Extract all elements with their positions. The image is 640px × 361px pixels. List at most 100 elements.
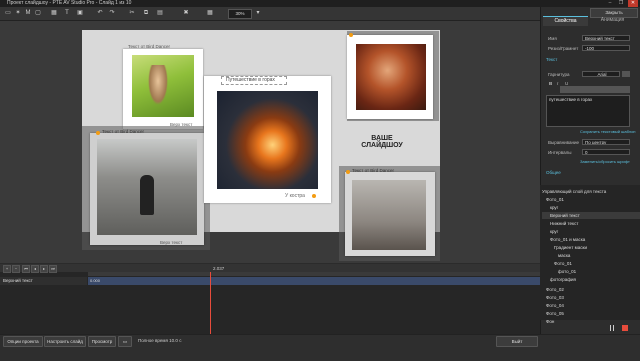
last-keyframe-icon[interactable]: ⏭ [49, 265, 57, 273]
grid-icon[interactable]: ▦ [206, 9, 214, 17]
general-section-header: Общее [546, 170, 561, 175]
text-icon[interactable]: T [63, 9, 71, 17]
zoom-select[interactable]: 30% [228, 9, 252, 19]
layer-item[interactable]: фото_01 [542, 268, 640, 275]
center-caption-bottom: У костра [285, 193, 305, 199]
layer-label: круг [550, 229, 559, 234]
layer-item[interactable]: Управляющий слой для текста [542, 188, 638, 195]
font-select[interactable]: Arial [582, 71, 620, 77]
copy-icon[interactable]: ⧉ [142, 9, 150, 17]
tab-animation[interactable]: Анимация [590, 16, 635, 25]
name-field[interactable]: Верхний текст [582, 35, 630, 41]
layer-label: Верхний текст [550, 213, 580, 218]
layer-item[interactable]: круг [542, 228, 640, 235]
window-title: Проект слайдшоу - PTE AV Studio Pro - Сл… [7, 0, 132, 6]
font-label: Гарнитура [548, 72, 570, 77]
minimize-button[interactable]: ‒ [605, 0, 615, 7]
font-color-swatch[interactable] [622, 71, 630, 77]
slide-options-button[interactable]: Настроить слайд [44, 336, 86, 347]
timeline-ruler[interactable] [88, 272, 540, 276]
track-name[interactable]: Верхний текст [0, 277, 87, 285]
delete-icon[interactable]: ✖ [182, 9, 190, 17]
interval-field[interactable]: 0 [582, 149, 630, 155]
anchor-dot-rb[interactable] [346, 170, 350, 174]
project-options-button[interactable]: Опции проекта [3, 336, 43, 347]
rotation-label: Резиз/Грамнет [548, 46, 579, 51]
anchor-dot-center[interactable] [312, 194, 316, 198]
title-bar: Проект слайдшоу - PTE AV Studio Pro - Сл… [0, 0, 640, 7]
align-select[interactable]: По центру [582, 139, 630, 145]
layer-item[interactable]: Градиент маски [542, 244, 640, 251]
layer-label: Фото_01 [554, 261, 572, 266]
layer-item[interactable]: Фото_01 [542, 260, 640, 267]
layer-item[interactable]: Фото_01 [542, 196, 640, 203]
layer-label: Управляющий слой для текста [542, 189, 607, 194]
layer-item[interactable]: Фото_02 [542, 286, 640, 293]
photo-campfire [217, 91, 318, 189]
timeline-time: 2.037 [213, 266, 225, 271]
add-text-icon[interactable]: ▭ [4, 9, 12, 17]
chevron-down-icon[interactable]: ▾ [254, 9, 262, 17]
preview-button[interactable]: Просмотр [88, 336, 116, 347]
pause-icon[interactable] [610, 325, 614, 331]
timeline-toolbar [0, 264, 540, 272]
layer-item[interactable]: Фон [542, 318, 640, 325]
layer-label: Фото_05 [546, 311, 564, 316]
video-icon[interactable]: ▣ [76, 9, 84, 17]
paste-icon[interactable]: ▤ [156, 9, 164, 17]
total-time: Полное время 10.0 с [138, 338, 182, 343]
photo4-caption-top: Текст от Bird Dancer [352, 168, 395, 173]
slide-author[interactable]: автор [352, 143, 412, 148]
exit-button[interactable]: Выйт [496, 336, 538, 347]
track-start: 0.000 [90, 278, 101, 283]
layer-label: Нижний текст [550, 221, 579, 226]
photo-redhair [356, 44, 426, 110]
save-template-link[interactable]: Сохранить текстовый шаблон [580, 129, 636, 134]
tab-properties[interactable]: Свойства [543, 16, 588, 26]
close-window-button[interactable]: ✕ [628, 0, 638, 7]
frame-icon[interactable]: ▢ [34, 9, 42, 17]
photo2-caption-top: Текст от Bird Dancer [102, 129, 145, 134]
layer-item[interactable]: маска [542, 252, 640, 259]
layer-item[interactable]: Фото_04 [542, 302, 640, 309]
layer-item[interactable]: фотография [542, 276, 640, 283]
layer-label: Фото_02 [546, 287, 564, 292]
track-bar[interactable] [88, 277, 540, 285]
layer-label: фото_01 [558, 269, 577, 274]
anchor-dot[interactable] [96, 131, 100, 135]
layer-item[interactable]: Фото_01 и маска [542, 236, 640, 243]
stop-icon[interactable] [622, 325, 628, 331]
remove-keyframe-icon[interactable]: − [12, 265, 20, 273]
anchor-dot-rt[interactable] [349, 33, 353, 37]
layer-item[interactable]: круг [542, 204, 640, 211]
photo-girl-phone [352, 180, 426, 250]
layer-item-selected[interactable]: Верхний текст [542, 212, 640, 219]
redo-icon[interactable]: ↷ [108, 9, 116, 17]
image-icon[interactable]: ▦ [50, 9, 58, 17]
layer-label: фотография [550, 277, 576, 282]
fullscreen-icon[interactable]: ▭ [118, 336, 132, 347]
cut-icon[interactable]: ✂ [128, 9, 136, 17]
layer-item[interactable]: Фото_05 [542, 310, 640, 317]
maximize-button[interactable]: ❐ [616, 0, 626, 7]
next-keyframe-icon[interactable]: ▸ [40, 265, 48, 273]
text-section-header: Текст [546, 57, 558, 62]
prev-keyframe-icon[interactable]: ◂ [31, 265, 39, 273]
layer-label: Фото_04 [546, 303, 564, 308]
first-keyframe-icon[interactable]: ⏮ [22, 265, 30, 273]
color-bar[interactable] [560, 86, 630, 93]
bold-button[interactable]: B [549, 81, 552, 86]
text-content-field[interactable]: путешествие в горах [546, 95, 630, 127]
name-label: Имя [548, 36, 557, 41]
rotation-field[interactable]: -100 [582, 45, 630, 51]
mask-icon[interactable]: M [24, 9, 32, 17]
star-icon[interactable]: ✶ [14, 9, 22, 17]
reset-font-link[interactable]: Заменить/сбросить шрифт [580, 159, 630, 164]
undo-icon[interactable]: ↶ [96, 9, 104, 17]
photo-person [140, 175, 154, 215]
add-keyframe-icon[interactable]: + [3, 265, 11, 273]
layer-item[interactable]: Нижний текст [542, 220, 640, 227]
italic-button[interactable]: I [557, 81, 558, 86]
layer-item[interactable]: Фото_03 [542, 294, 640, 301]
playhead[interactable] [210, 272, 211, 334]
